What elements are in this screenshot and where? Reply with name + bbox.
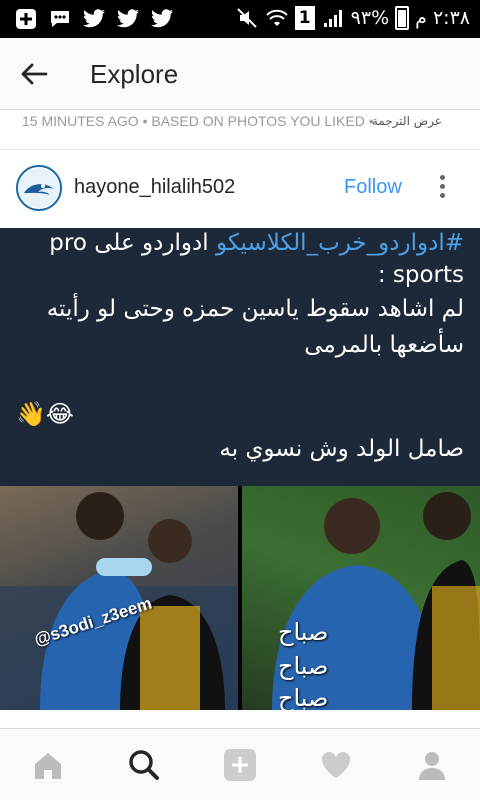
battery-percent: ٩٣% <box>350 7 390 29</box>
mute-icon <box>235 6 259 30</box>
photo-caption: صباح <box>278 618 329 646</box>
app-bar: Explore <box>0 38 480 110</box>
post-meta: 15 MINUTES AGO • BASED ON PHOTOS YOU LIK… <box>0 110 480 150</box>
add-notification-icon <box>14 7 38 31</box>
twitter-icon <box>150 7 174 31</box>
post-username[interactable]: hayone_hilalih502 <box>74 176 235 199</box>
hashtag-link: #ادواردو_خرب_الكلاسيكو <box>215 230 464 256</box>
tweet-line-4: سأضعها بالمرمى <box>304 332 464 358</box>
back-arrow-icon[interactable] <box>14 56 54 92</box>
photo-collage: @s3odi_z3eem صباح صباح صباح <box>0 486 480 710</box>
twitter-icon <box>116 7 140 31</box>
photo-left: @s3odi_z3eem <box>0 486 238 710</box>
tweet-screenshot: #ادواردو_خرب_الكلاسيكو ادواردو على pro s… <box>0 228 480 486</box>
profile-icon[interactable] <box>410 743 454 787</box>
see-translation-link[interactable]: عرض الترجمة <box>372 114 442 128</box>
bottom-nav <box>0 728 480 800</box>
post-timestamp: 15 MINUTES AGO • BASED ON PHOTOS YOU LIK… <box>22 113 374 129</box>
tweet-line-2: sports : <box>377 262 464 288</box>
wifi-icon <box>265 6 289 30</box>
post-header: hayone_hilalih502 Follow <box>0 150 480 228</box>
heart-icon[interactable] <box>314 743 358 787</box>
page-title: Explore <box>90 59 179 89</box>
tweet-line-1-text: ادواردو على pro <box>49 230 216 256</box>
add-icon[interactable] <box>218 743 262 787</box>
follow-button[interactable]: Follow <box>344 176 402 199</box>
post-image[interactable]: #ادواردو_خرب_الكلاسيكو ادواردو على pro s… <box>0 228 480 710</box>
emoji: 👋😂 <box>16 400 74 428</box>
search-icon[interactable] <box>122 743 166 787</box>
bbm-icon <box>48 7 72 31</box>
photo-caption: صباح <box>278 684 329 710</box>
sim-indicator: 1 <box>294 6 315 30</box>
action-row-peek <box>0 712 480 728</box>
tweet-line-5: صامل الولد وش نسوي به <box>219 436 464 462</box>
twitter-icon <box>82 7 106 31</box>
signal-icon <box>321 6 345 30</box>
more-options-icon[interactable] <box>432 172 452 202</box>
status-bar: 1 ٩٣% ٢:٣٨ م <box>0 0 480 38</box>
home-icon[interactable] <box>26 743 70 787</box>
avatar[interactable] <box>16 165 62 211</box>
clock: ٢:٣٨ م <box>415 7 470 29</box>
photo-caption: صباح <box>278 652 329 680</box>
tweet-line-1: #ادواردو_خرب_الكلاسيكو ادواردو على pro <box>49 230 464 258</box>
tweet-line-3: لم اشاهد سقوط ياسين حمزه وحتى لو رأيته <box>46 296 464 322</box>
battery-icon <box>395 6 410 30</box>
photo-right: صباح صباح صباح <box>242 486 480 710</box>
